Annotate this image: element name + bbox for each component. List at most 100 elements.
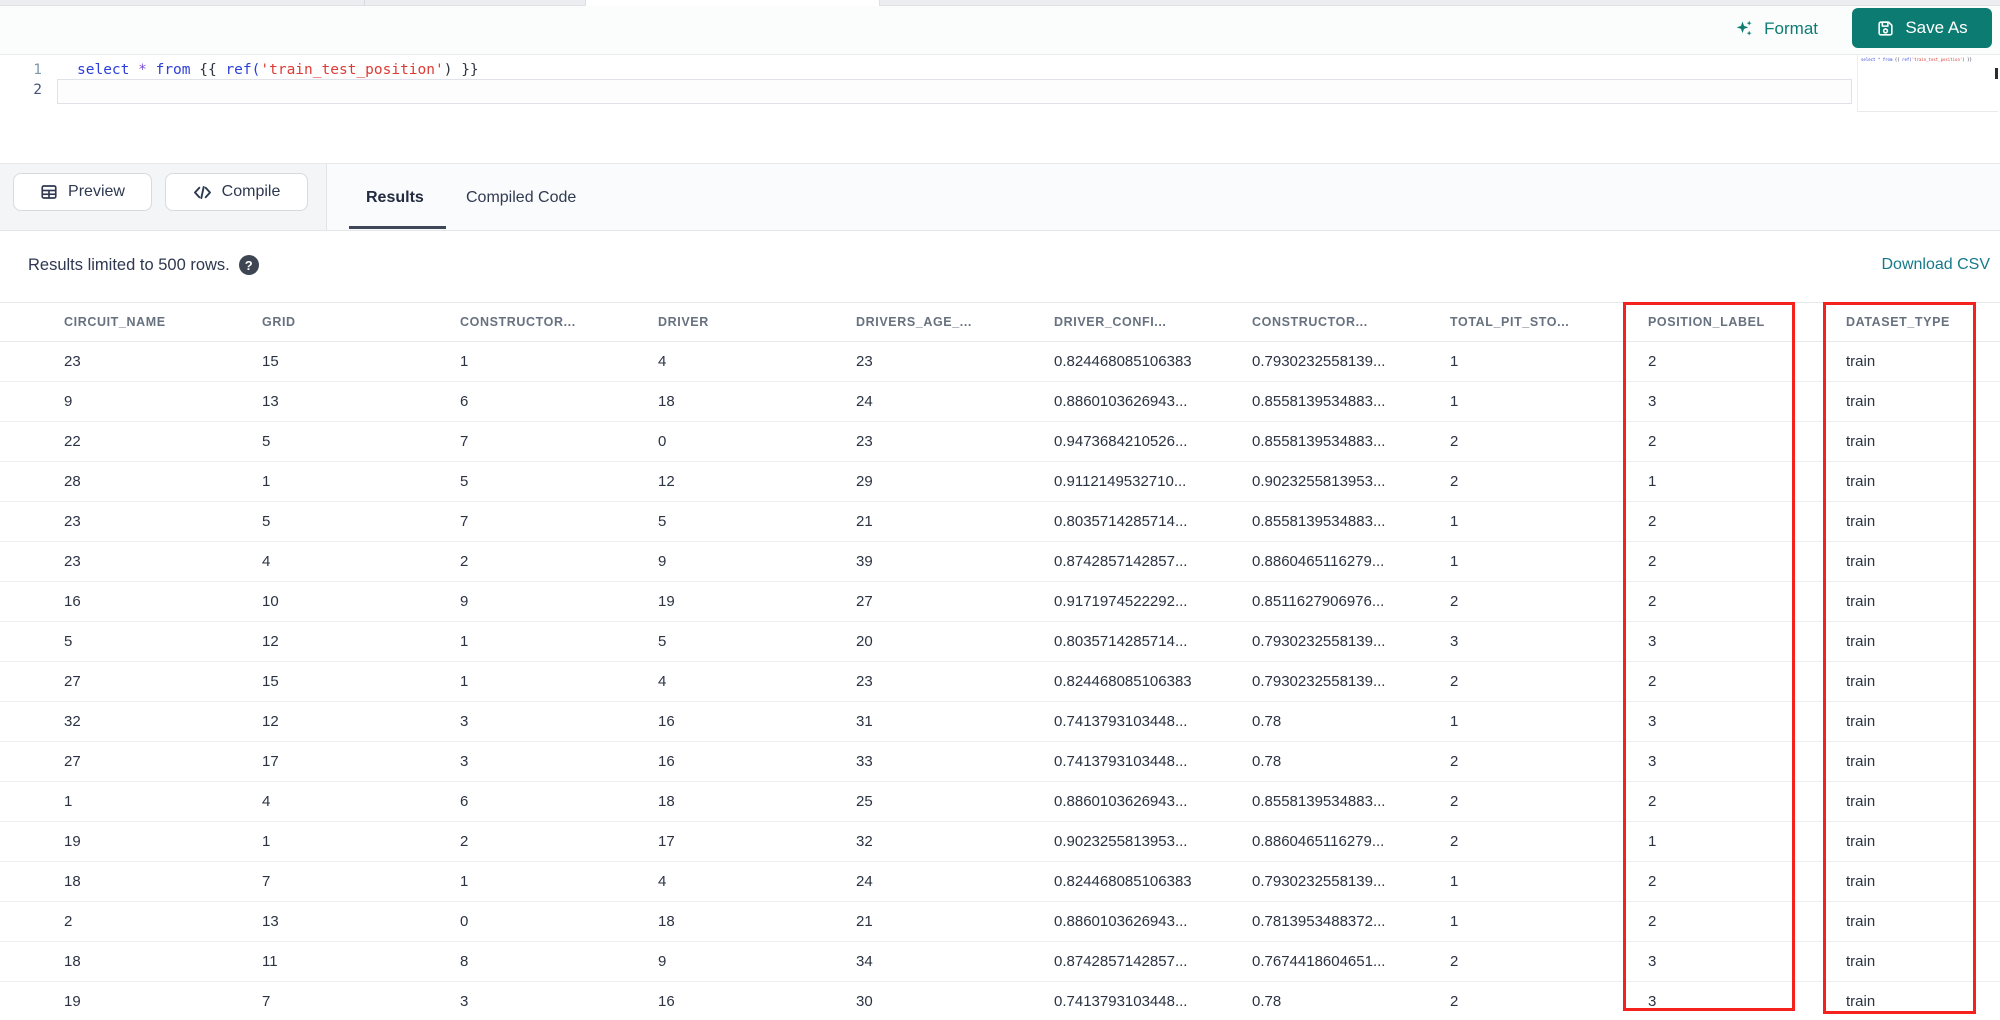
- table-cell: 4: [262, 553, 271, 570]
- table-cell: 21: [856, 913, 873, 930]
- table-cell: 2: [1648, 873, 1657, 890]
- table-cell: 2: [1450, 833, 1459, 850]
- minimap-token: 'train_test_position': [1911, 57, 1963, 62]
- table-cell: train: [1846, 673, 1876, 690]
- table-row: 19 7 3 16 30 0.7413793103448... 0.78 2 3 train: [0, 982, 2000, 1020]
- table-cell: 0.7930232558139...: [1252, 673, 1386, 690]
- table-header-row: CIRCUIT_NAME GRID CONSTRUCTOR... DRIVER DRIV…: [0, 302, 2000, 342]
- active-line-highlight: [57, 79, 1852, 104]
- table-cell: 3: [1648, 953, 1657, 970]
- table-cell: 34: [856, 953, 873, 970]
- table-cell: 5: [460, 473, 469, 490]
- table-cell: 0.9171974522292...: [1054, 593, 1188, 610]
- table-cell: 2: [1450, 593, 1459, 610]
- table-cell: train: [1846, 353, 1876, 370]
- minimap-token: }}: [1967, 57, 1972, 62]
- table-cell: 2: [64, 913, 73, 930]
- minimap-scroll-thumb[interactable]: [1995, 68, 1998, 79]
- table-row: 19 1 2 17 32 0.9023255813953... 0.886046511627…: [0, 822, 2000, 862]
- table-cell: 19: [64, 833, 81, 850]
- help-icon[interactable]: ?: [238, 255, 259, 275]
- table-cell: 1: [460, 353, 469, 370]
- floppy-disk-icon: [1876, 19, 1895, 38]
- tab-results[interactable]: Results: [366, 164, 424, 231]
- tab-compiled-code[interactable]: Compiled Code: [466, 164, 576, 231]
- table-cell: 7: [262, 993, 271, 1010]
- table-cell: 3: [1450, 633, 1459, 650]
- table-cell: 1: [64, 793, 73, 810]
- table-cell: 0.824468085106383: [1054, 353, 1192, 370]
- compile-button[interactable]: Compile: [165, 173, 308, 211]
- table-cell: 12: [262, 713, 279, 730]
- sparkles-icon: [1735, 19, 1755, 39]
- table-cell: 9: [658, 553, 667, 570]
- table-cell: 2: [1450, 993, 1459, 1010]
- table-row: 32 12 3 16 31 0.7413793103448... 0.78 1 3 train: [0, 702, 2000, 742]
- table-cell: 2: [1648, 433, 1657, 450]
- table-cell: 7: [262, 873, 271, 890]
- table-cell: 3: [1648, 713, 1657, 730]
- table-cell: 16: [658, 713, 675, 730]
- table-cell: 2: [1648, 673, 1657, 690]
- compile-label: Compile: [221, 183, 281, 200]
- table-cell: 1: [460, 633, 469, 650]
- table-cell: train: [1846, 553, 1876, 570]
- table-cell: 0.824468085106383: [1054, 873, 1192, 890]
- table-cell: 0.824468085106383: [1054, 673, 1192, 690]
- table-row: 27 15 1 4 23 0.824468085106383 0.7930232558139…: [0, 662, 2000, 702]
- table-cell: 2: [1648, 353, 1657, 370]
- table-cell: 0.8558139534883...: [1252, 513, 1386, 530]
- table-cell: 24: [856, 393, 873, 410]
- table-cell: 0.7413793103448...: [1054, 993, 1188, 1010]
- preview-button[interactable]: Preview: [13, 173, 152, 211]
- table-cell: 2: [1450, 433, 1459, 450]
- table-cell: 3: [460, 713, 469, 730]
- table-cell: 23: [64, 353, 81, 370]
- table-cell: 0.7930232558139...: [1252, 353, 1386, 370]
- table-cell: 33: [856, 753, 873, 770]
- results-table: CIRCUIT_NAME GRID CONSTRUCTOR... DRIVER DRIV…: [0, 302, 2000, 1020]
- code-token: {{: [199, 62, 217, 78]
- table-cell: train: [1846, 593, 1876, 610]
- table-cell: 0.8558139534883...: [1252, 793, 1386, 810]
- save-as-label: Save As: [1905, 18, 1968, 37]
- save-as-button[interactable]: Save As: [1852, 8, 1992, 48]
- table-cell: 0.8035714285714...: [1054, 633, 1188, 650]
- table-row: 16 10 9 19 27 0.9171974522292... 0.85116279069…: [0, 582, 2000, 622]
- table-cell: 2: [460, 833, 469, 850]
- table-cell: train: [1846, 753, 1876, 770]
- table-cell: 1: [1648, 833, 1657, 850]
- table-row: 23 4 2 9 39 0.8742857142857... 0.8860465116279…: [0, 542, 2000, 582]
- download-csv-link[interactable]: Download CSV: [1882, 256, 1991, 274]
- table-cell: 2: [1450, 753, 1459, 770]
- sql-editor[interactable]: 1 select * from {{ ref('train_test_posit…: [0, 54, 2000, 163]
- table-cell: 0.78: [1252, 713, 1282, 730]
- format-button[interactable]: Format: [1735, 19, 1818, 39]
- column-header: POSITION_LABEL: [1648, 315, 1765, 329]
- table-cell: 10: [262, 593, 279, 610]
- table-cell: 2: [1648, 913, 1657, 930]
- table-cell: 1: [1450, 913, 1459, 930]
- table-cell: 31: [856, 713, 873, 730]
- table-cell: 0.7413793103448...: [1054, 753, 1188, 770]
- table-cell: 23: [856, 433, 873, 450]
- active-tab-underline: [349, 226, 446, 229]
- table-cell: 1: [262, 833, 271, 850]
- table-cell: train: [1846, 473, 1876, 490]
- editor-minimap[interactable]: select * from {{ ref('train_test_positio…: [1857, 55, 1998, 112]
- table-cell: train: [1846, 793, 1876, 810]
- code-token: from: [155, 62, 191, 78]
- table-cell: 5: [262, 513, 271, 530]
- table-cell: 3: [1648, 753, 1657, 770]
- table-cell: 0.78: [1252, 753, 1282, 770]
- table-cell: 11: [262, 953, 278, 970]
- table-cell: 2: [1450, 953, 1459, 970]
- table-cell: train: [1846, 993, 1876, 1010]
- table-cell: 25: [856, 793, 873, 810]
- column-header: CONSTRUCTOR...: [460, 315, 576, 329]
- table-cell: 0.9473684210526...: [1054, 433, 1188, 450]
- table-row: 23 5 7 5 21 0.8035714285714... 0.8558139534883…: [0, 502, 2000, 542]
- column-header: DRIVER: [658, 315, 709, 329]
- table-cell: 20: [856, 633, 873, 650]
- table-cell: 9: [460, 593, 469, 610]
